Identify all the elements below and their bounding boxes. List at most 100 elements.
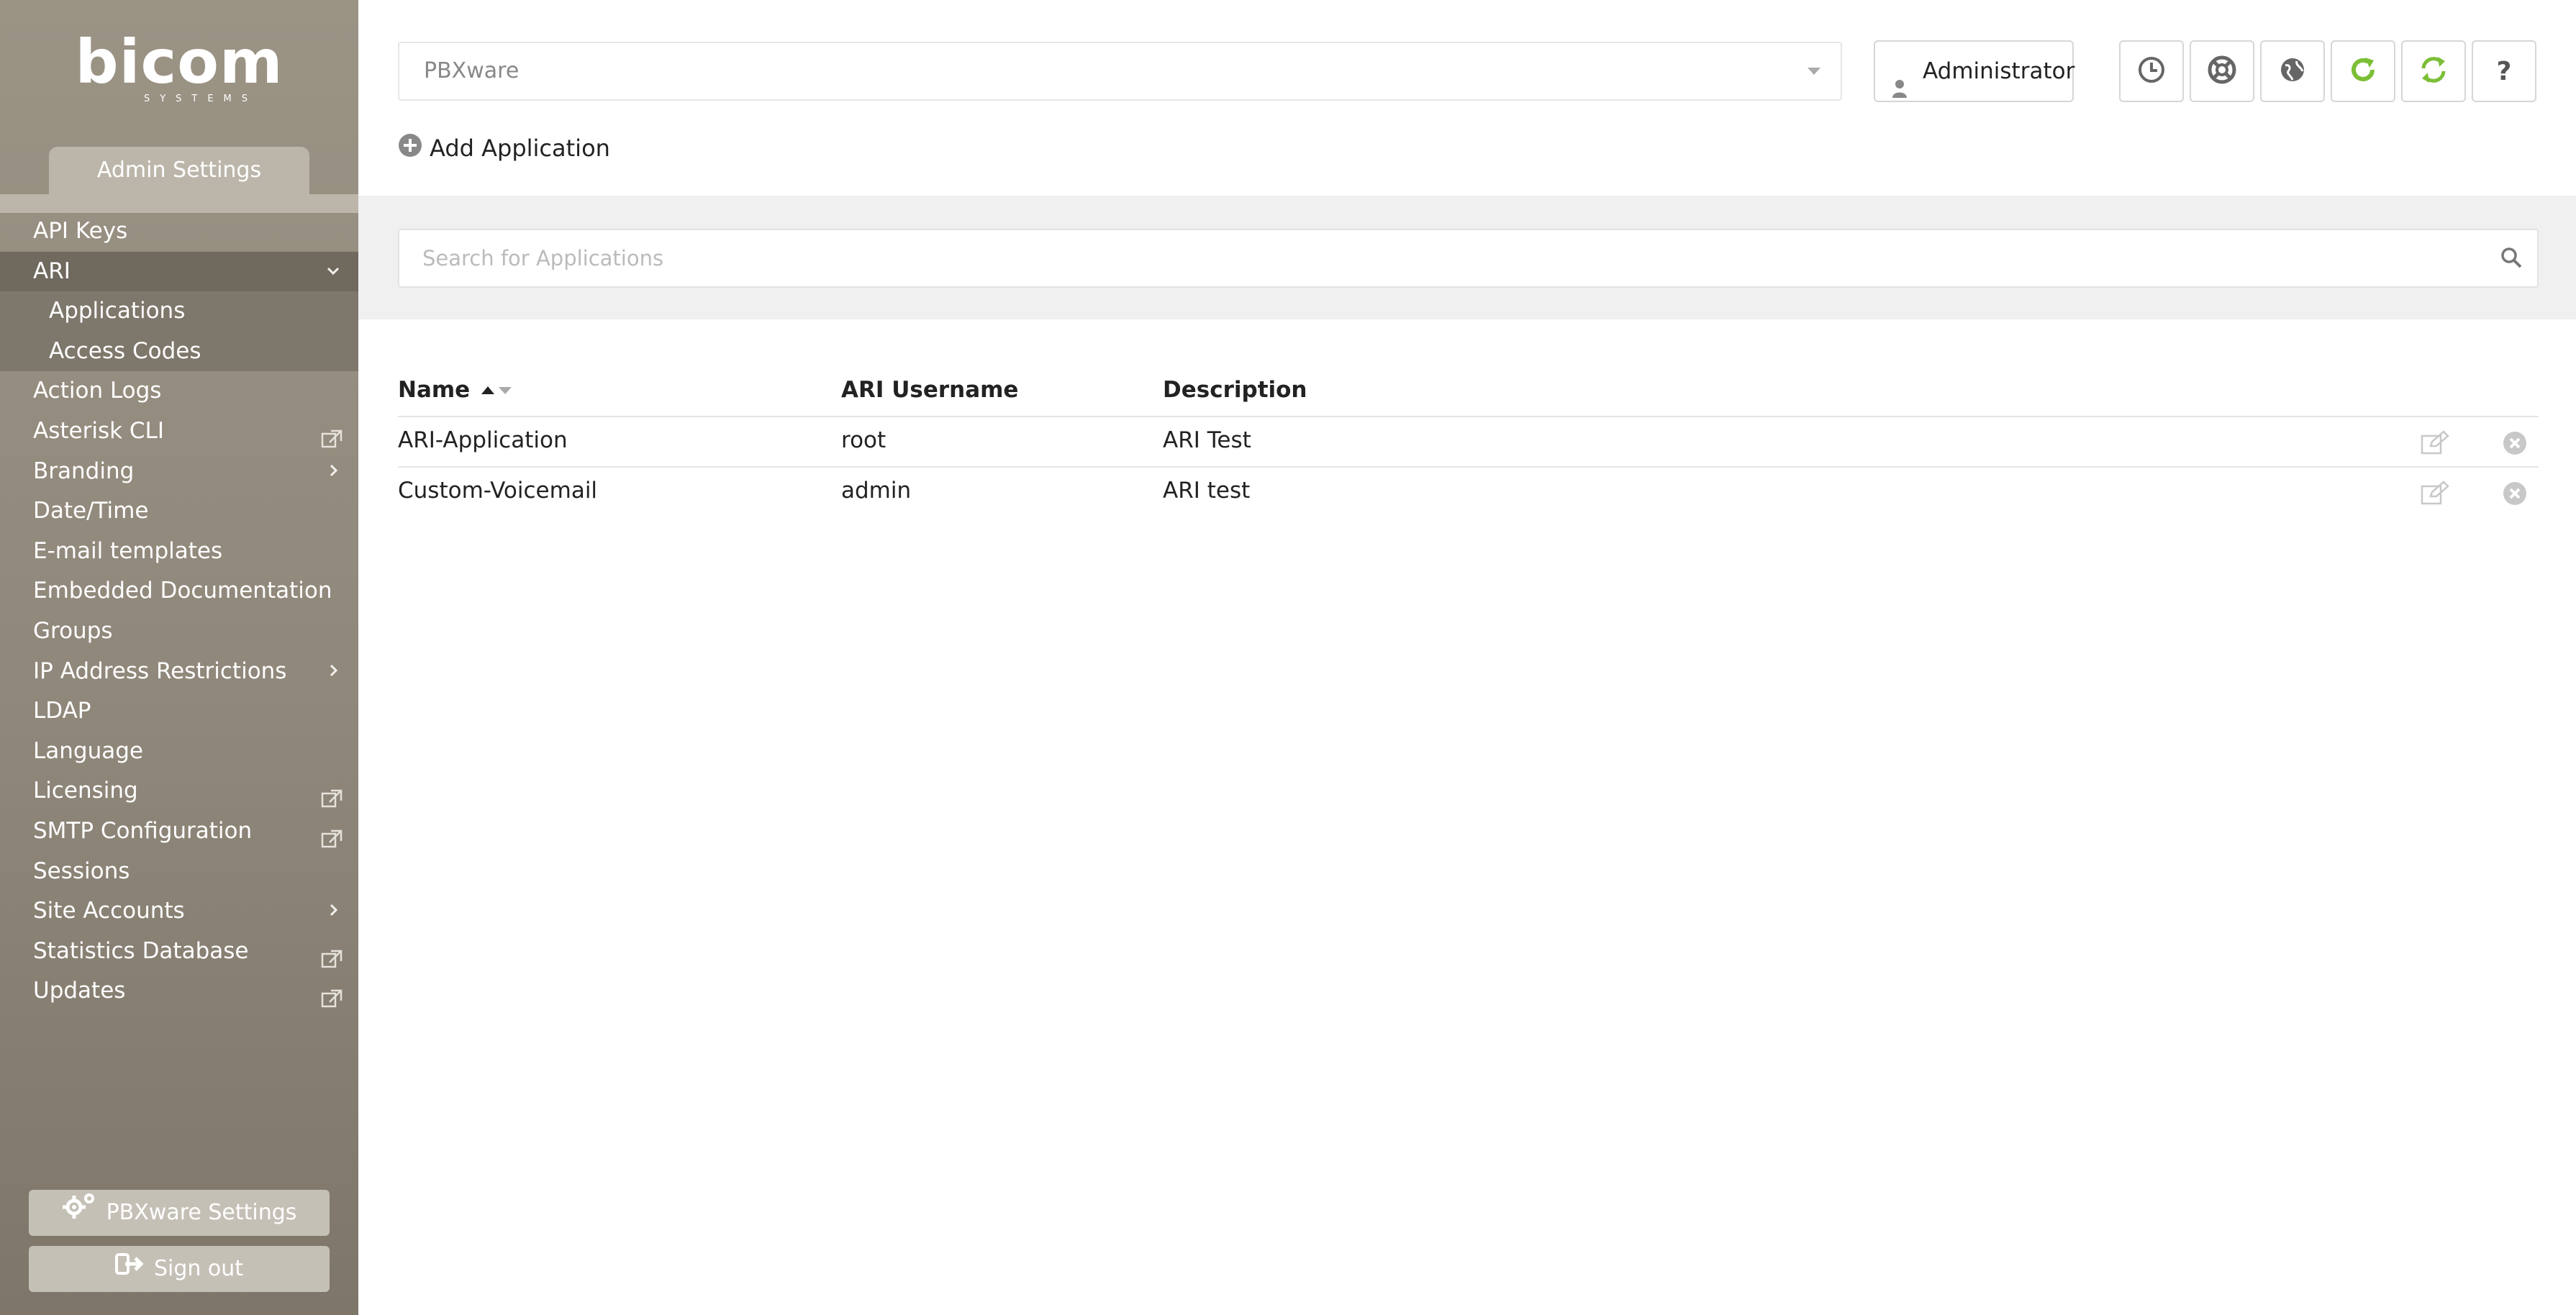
logo-subtitle: SYSTEMS: [143, 94, 258, 104]
sidebar-item-branding[interactable]: Branding: [0, 452, 358, 492]
sidebar-item-date-time[interactable]: Date/Time: [0, 491, 358, 532]
caret-down-icon: [1808, 68, 1820, 75]
search-input[interactable]: [398, 229, 2539, 288]
sort-icon[interactable]: [480, 378, 513, 404]
sidebar-item-label: Statistics Database: [33, 937, 249, 964]
table-row[interactable]: Custom-Voicemail admin ARI test: [398, 468, 2539, 518]
edit-icon[interactable]: [2421, 430, 2449, 460]
table-header: Name ARI Username Description: [398, 371, 2539, 417]
sidebar-item-email-templates[interactable]: E-mail templates: [0, 532, 358, 572]
add-application-label: Add Application: [430, 135, 610, 162]
sidebar-item-api-keys[interactable]: API Keys: [0, 211, 358, 252]
sidebar-item-label: Language: [33, 737, 143, 764]
sidebar-item-label: Sessions: [33, 857, 130, 884]
applications-table: Name ARI Username Description ARI-Applic…: [398, 371, 2539, 518]
cell-description: ARI test: [1163, 478, 1251, 504]
sidebar-item-applications[interactable]: Applications: [0, 291, 358, 332]
sidebar-item-label: Groups: [33, 617, 113, 644]
administrator-button[interactable]: Administrator: [1874, 40, 2074, 102]
lifebuoy-icon: [2207, 55, 2237, 88]
external-link-icon: [321, 981, 343, 1008]
sidebar-item-label: Access Codes: [49, 337, 201, 364]
external-link-icon: [321, 942, 343, 968]
sign-out-icon: [114, 1247, 144, 1293]
pbxware-select-value: PBXware: [424, 58, 520, 83]
pbxware-settings-label: PBXware Settings: [106, 1200, 297, 1225]
sidebar-item-groups[interactable]: Groups: [0, 611, 358, 652]
sidebar-item-label: Asterisk CLI: [33, 417, 164, 444]
column-header-ari-username[interactable]: ARI Username: [841, 377, 1018, 403]
chevron-down-icon: [325, 252, 341, 292]
sidebar-item-asterisk-cli[interactable]: Asterisk CLI: [0, 411, 358, 452]
sidebar-nav: API Keys ARI Applications Access Codes A…: [0, 211, 358, 1011]
help-button[interactable]: ?: [2472, 40, 2536, 102]
help-icon: ?: [2496, 56, 2512, 86]
refresh-button[interactable]: [2331, 40, 2395, 102]
nav-top-pad: [0, 194, 358, 213]
clock-button[interactable]: [2119, 40, 2184, 102]
chevron-right-icon: [325, 452, 341, 492]
sync-button[interactable]: [2401, 40, 2466, 102]
sidebar-item-label: Action Logs: [33, 378, 162, 404]
sidebar-item-licensing[interactable]: Licensing: [0, 771, 358, 811]
admin-settings-tab[interactable]: Admin Settings: [49, 147, 309, 194]
pbxware-settings-button[interactable]: PBXware Settings: [29, 1190, 330, 1236]
sidebar-item-site-accounts[interactable]: Site Accounts: [0, 891, 358, 932]
cell-description: ARI Test: [1163, 427, 1251, 453]
sidebar-item-label: Embedded Documentation: [33, 578, 332, 604]
sidebar-item-label: Updates: [33, 978, 126, 1004]
delete-icon[interactable]: [2502, 481, 2528, 512]
sign-out-label: Sign out: [153, 1256, 244, 1281]
sidebar-item-label: Date/Time: [33, 498, 149, 524]
gears-icon: [62, 1191, 96, 1237]
plus-circle-icon: [398, 133, 422, 164]
column-header-name[interactable]: Name: [398, 377, 513, 404]
chevron-right-icon: [325, 652, 341, 692]
sidebar-item-statistics-database[interactable]: Statistics Database: [0, 932, 358, 972]
sidebar-item-label: Licensing: [33, 778, 138, 804]
sidebar-item-label: ARI: [33, 258, 71, 284]
refresh-icon: [2348, 55, 2378, 88]
cell-username: root: [841, 427, 886, 453]
sidebar-item-embedded-documentation[interactable]: Embedded Documentation: [0, 571, 358, 611]
sidebar-item-updates[interactable]: Updates: [0, 971, 358, 1011]
bicom-logo: bicom SYSTEMS: [0, 32, 358, 104]
sidebar-item-sessions[interactable]: Sessions: [0, 852, 358, 892]
external-link-icon: [321, 422, 343, 448]
sign-out-button[interactable]: Sign out: [29, 1246, 330, 1292]
language-globe-button[interactable]: [2260, 40, 2325, 102]
column-header-label: Name: [398, 377, 471, 403]
sidebar-item-label: E-mail templates: [33, 537, 223, 564]
cell-name: Custom-Voicemail: [398, 478, 598, 504]
pbxware-select[interactable]: PBXware: [398, 42, 1842, 101]
column-header-description[interactable]: Description: [1163, 377, 1307, 403]
sidebar-item-ari[interactable]: ARI: [0, 251, 358, 292]
sync-icon: [2418, 54, 2449, 88]
external-link-icon: [321, 781, 343, 808]
delete-icon[interactable]: [2502, 430, 2528, 462]
administrator-label: Administrator: [1923, 58, 2075, 84]
sidebar-item-label: Applications: [49, 298, 186, 324]
sidebar-item-ldap[interactable]: LDAP: [0, 691, 358, 732]
add-application-button[interactable]: Add Application: [398, 133, 610, 164]
sidebar-item-language[interactable]: Language: [0, 732, 358, 772]
clock-icon: [2137, 55, 2166, 87]
sidebar: bicom SYSTEMS Admin Settings API Keys AR…: [0, 0, 358, 1315]
sidebar-item-smtp-configuration[interactable]: SMTP Configuration: [0, 811, 358, 852]
sidebar-item-access-codes[interactable]: Access Codes: [0, 331, 358, 372]
sidebar-item-label: Branding: [33, 458, 135, 484]
sidebar-item-label: Site Accounts: [33, 898, 185, 924]
edit-icon[interactable]: [2421, 481, 2449, 511]
sidebar-item-label: IP Address Restrictions: [33, 658, 287, 684]
sidebar-item-label: SMTP Configuration: [33, 817, 253, 844]
sidebar-item-ip-address-restrictions[interactable]: IP Address Restrictions: [0, 652, 358, 692]
table-row[interactable]: ARI-Application root ARI Test: [398, 417, 2539, 468]
user-icon: [1891, 62, 1908, 121]
support-button[interactable]: [2190, 40, 2254, 102]
sidebar-item-action-logs[interactable]: Action Logs: [0, 371, 358, 411]
sidebar-item-label: LDAP: [33, 698, 91, 724]
sidebar-item-label: API Keys: [33, 218, 128, 244]
globe-icon: [2278, 55, 2307, 87]
search-icon[interactable]: [2500, 246, 2523, 272]
logo-wordmark: bicom: [75, 27, 284, 97]
